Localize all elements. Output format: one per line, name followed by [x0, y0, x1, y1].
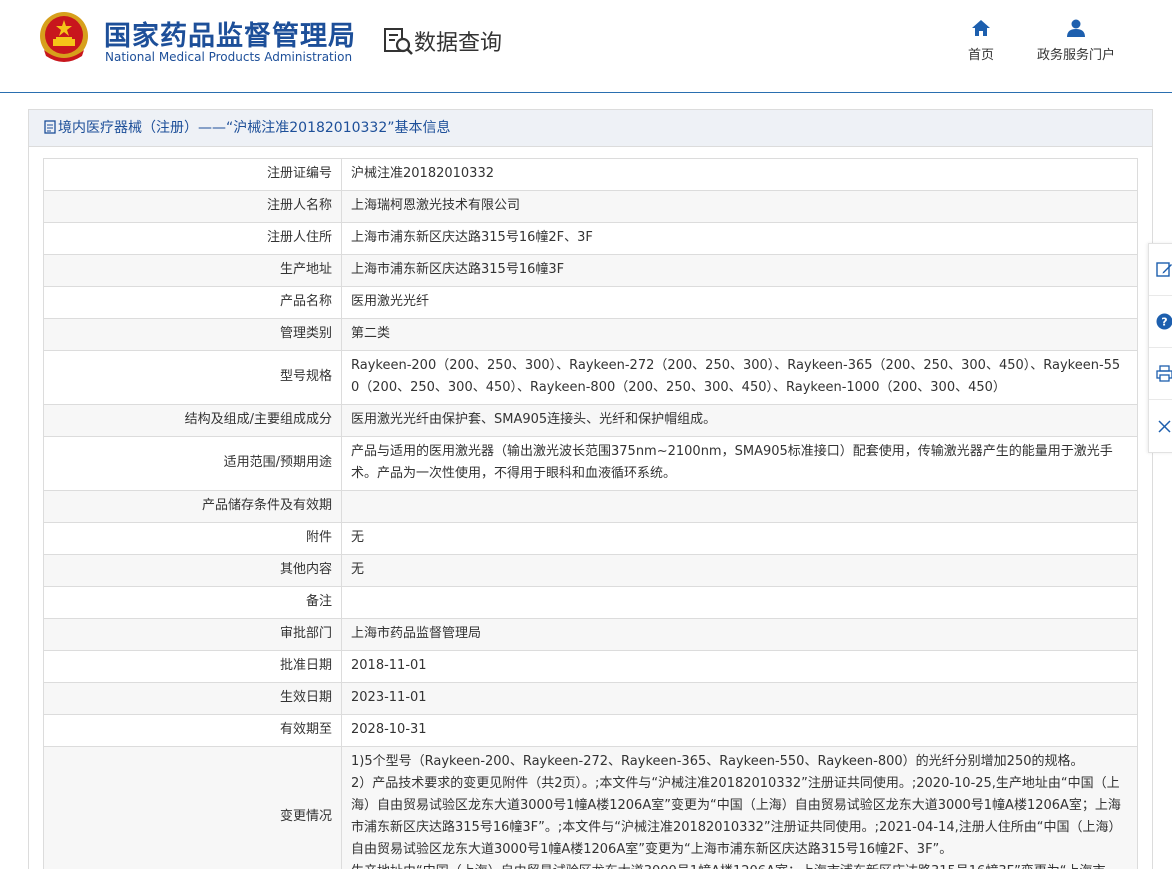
- table-row: 有效期至 2028-10-31: [43, 714, 1138, 747]
- field-value: 2028-10-31: [341, 714, 1138, 747]
- nav-service-portal-label: 政务服务门户: [1036, 48, 1115, 63]
- table-row: 其他内容 无: [43, 554, 1138, 587]
- help-button[interactable]: ?: [1149, 296, 1172, 348]
- field-value: 2018-11-01: [341, 650, 1138, 683]
- print-icon: [1156, 365, 1172, 382]
- field-value: 医用激光光纤: [341, 286, 1138, 319]
- national-emblem-icon: [40, 12, 88, 62]
- field-label: 其他内容: [43, 554, 342, 587]
- field-label: 结构及组成/主要组成成分: [43, 404, 342, 437]
- user-icon: [1067, 19, 1085, 37]
- table-row: 管理类别 第二类: [43, 318, 1138, 351]
- field-label: 注册人名称: [43, 190, 342, 223]
- field-label: 生产地址: [43, 254, 342, 287]
- field-value: 上海市浦东新区庆达路315号16幢2F、3F: [341, 222, 1138, 255]
- nav-service-portal-link[interactable]: 政务服务门户: [1030, 18, 1122, 63]
- device-info-panel: 境内医疗器械（注册）——“沪械注准20182010332”基本信息 注册证编号 …: [28, 109, 1153, 869]
- help-icon: ?: [1156, 313, 1172, 330]
- field-value: 无: [341, 522, 1138, 555]
- brand-title-cn: 国家药品监督管理局: [104, 21, 356, 52]
- home-icon: [972, 20, 990, 36]
- field-value: [341, 490, 1138, 523]
- table-row: 注册人住所 上海市浦东新区庆达路315号16幢2F、3F: [43, 222, 1138, 255]
- field-label: 注册人住所: [43, 222, 342, 255]
- panel-title: 境内医疗器械（注册）——“沪械注准20182010332”基本信息: [58, 120, 451, 136]
- field-label: 注册证编号: [43, 158, 342, 191]
- nav-home-label: 首页: [967, 48, 994, 63]
- panel-header: 境内医疗器械（注册）——“沪械注准20182010332”基本信息: [29, 110, 1152, 147]
- field-label: 批准日期: [43, 650, 342, 683]
- table-row: 产品储存条件及有效期: [43, 490, 1138, 523]
- field-value: 上海市药品监督管理局: [341, 618, 1138, 651]
- field-label: 审批部门: [43, 618, 342, 651]
- field-label: 有效期至: [43, 714, 342, 747]
- table-row: 产品名称 医用激光光纤: [43, 286, 1138, 319]
- site-header: 国家药品监督管理局 National Medical Products Admi…: [0, 0, 1172, 93]
- table-row: 审批部门 上海市药品监督管理局: [43, 618, 1138, 651]
- field-label: 产品名称: [43, 286, 342, 319]
- table-row: 结构及组成/主要组成成分 医用激光光纤由保护套、SMA905连接头、光纤和保护帽…: [43, 404, 1138, 437]
- field-value: 产品与适用的医用激光器（输出激光波长范围375nm~2100nm，SMA905标…: [341, 436, 1138, 491]
- document-icon: [44, 120, 56, 134]
- field-label: 备注: [43, 586, 342, 619]
- table-row: 生效日期 2023-11-01: [43, 682, 1138, 715]
- change-line: 生产地址由“中国（上海）自由贸易试验区龙东大道3000号1幢A楼1206A室；上…: [351, 861, 1127, 869]
- field-label: 产品储存条件及有效期: [43, 490, 342, 523]
- field-value: 1)5个型号（Raykeen-200、Raykeen-272、Raykeen-3…: [341, 746, 1138, 869]
- table-row: 注册人名称 上海瑞柯恩激光技术有限公司: [43, 190, 1138, 223]
- field-value: 无: [341, 554, 1138, 587]
- close-button[interactable]: [1149, 400, 1172, 452]
- info-table: 注册证编号 沪械注准20182010332 注册人名称 上海瑞柯恩激光技术有限公…: [43, 158, 1138, 869]
- table-row: 变更情况 1)5个型号（Raykeen-200、Raykeen-272、Rayk…: [43, 746, 1138, 869]
- svg-text:?: ?: [1161, 316, 1167, 329]
- field-value: 沪械注准20182010332: [341, 158, 1138, 191]
- field-label: 生效日期: [43, 682, 342, 715]
- table-row: 生产地址 上海市浦东新区庆达路315号16幢3F: [43, 254, 1138, 287]
- brand-title-en: National Medical Products Administration: [105, 50, 353, 64]
- field-value: 医用激光光纤由保护套、SMA905连接头、光纤和保护帽组成。: [341, 404, 1138, 437]
- section-title: 数据查询: [414, 31, 503, 56]
- side-toolbar: ?: [1148, 243, 1172, 453]
- field-label: 管理类别: [43, 318, 342, 351]
- table-row: 注册证编号 沪械注准20182010332: [43, 158, 1138, 191]
- field-label: 变更情况: [43, 746, 342, 869]
- nav-home-link[interactable]: 首页: [958, 18, 1004, 63]
- table-row: 附件 无: [43, 522, 1138, 555]
- table-row: 备注: [43, 586, 1138, 619]
- data-query-icon: [384, 28, 413, 55]
- field-label: 型号规格: [43, 350, 342, 405]
- field-label: 适用范围/预期用途: [43, 436, 342, 491]
- table-row: 型号规格 Raykeen-200（200、250、300）、Raykeen-27…: [43, 350, 1138, 405]
- change-line: 1)5个型号（Raykeen-200、Raykeen-272、Raykeen-3…: [351, 754, 1084, 769]
- field-value: 2023-11-01: [341, 682, 1138, 715]
- print-button[interactable]: [1149, 348, 1172, 400]
- table-row: 批准日期 2018-11-01: [43, 650, 1138, 683]
- field-value: 上海市浦东新区庆达路315号16幢3F: [341, 254, 1138, 287]
- field-value: Raykeen-200（200、250、300）、Raykeen-272（200…: [341, 350, 1138, 405]
- field-value: [341, 586, 1138, 619]
- field-value: 第二类: [341, 318, 1138, 351]
- close-icon: [1158, 419, 1171, 433]
- edit-icon: [1156, 262, 1172, 277]
- change-line: 2）产品技术要求的变更见附件（共2页）。;本文件与“沪械注准2018201033…: [351, 776, 1122, 857]
- feedback-button[interactable]: [1149, 244, 1172, 296]
- table-row: 适用范围/预期用途 产品与适用的医用激光器（输出激光波长范围375nm~2100…: [43, 436, 1138, 491]
- field-value: 上海瑞柯恩激光技术有限公司: [341, 190, 1138, 223]
- field-label: 附件: [43, 522, 342, 555]
